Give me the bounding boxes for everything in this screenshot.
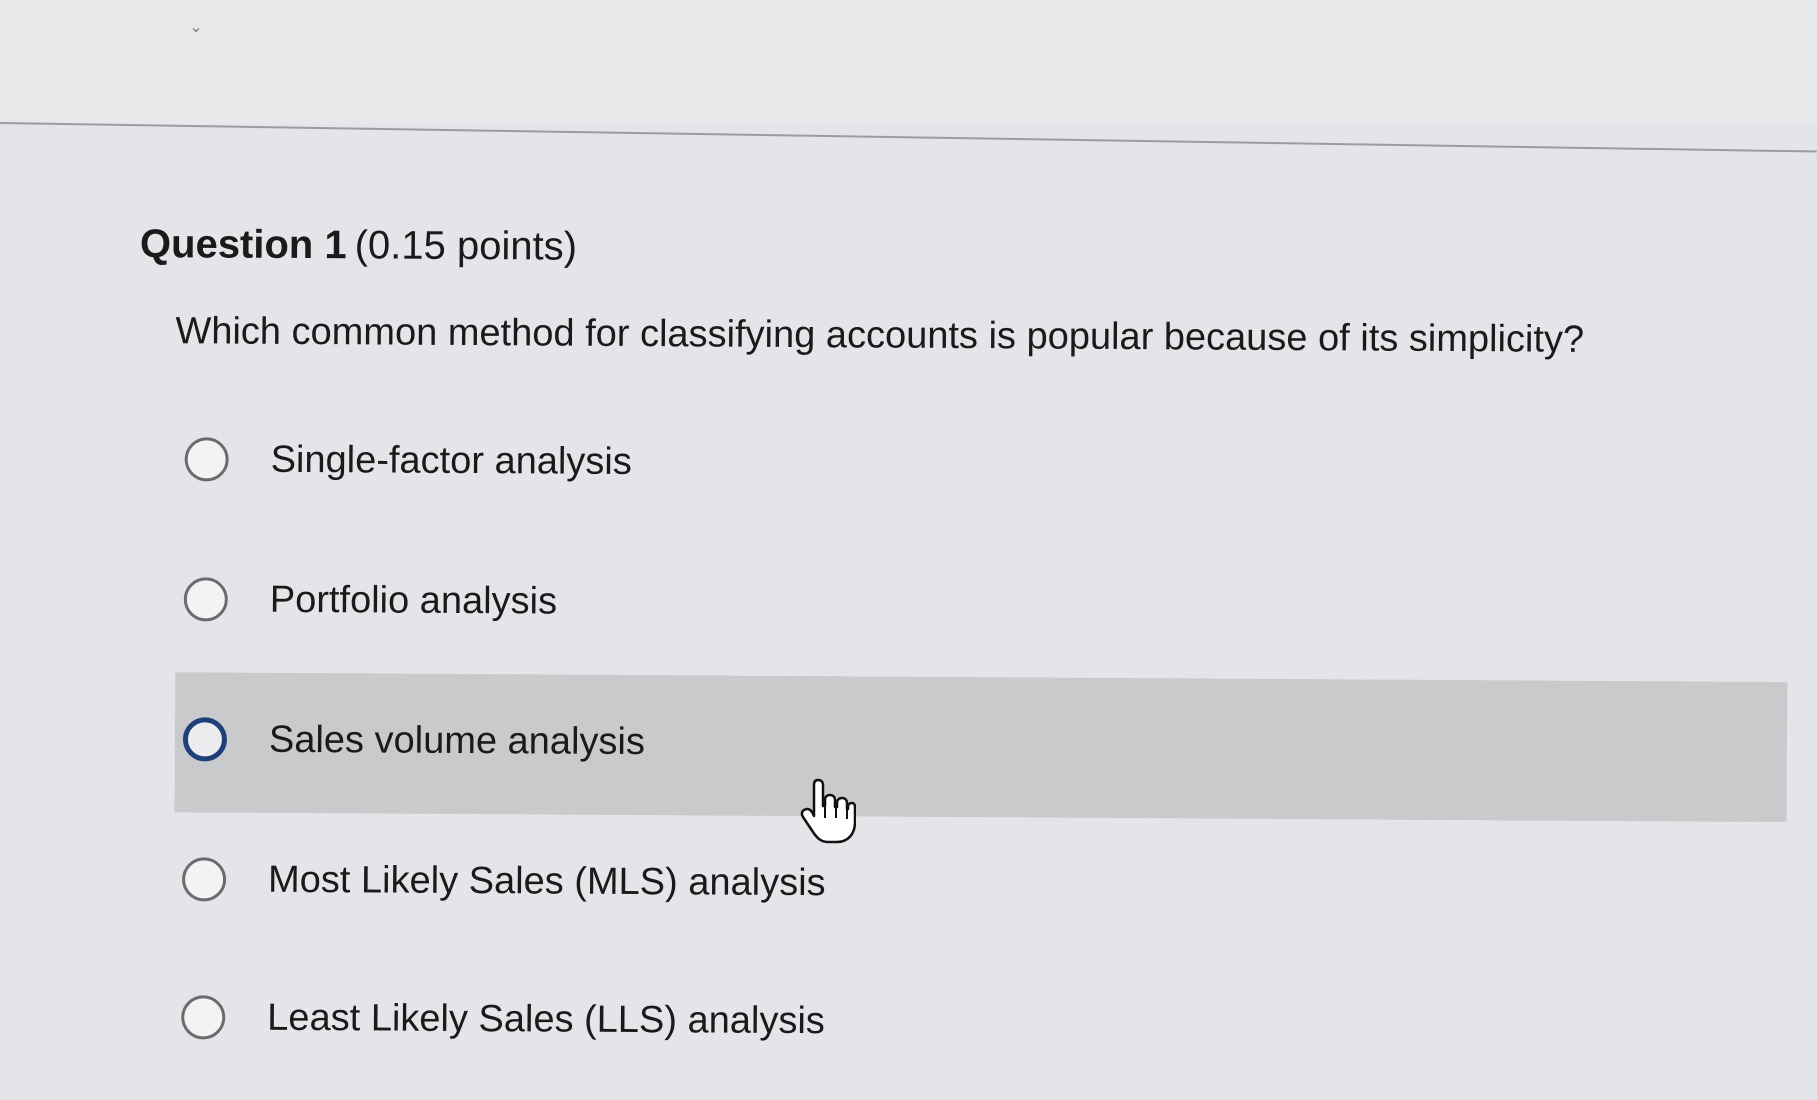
option-least-likely-sales-analysis[interactable]: Least Likely Sales (LLS) analysis <box>173 950 1786 1100</box>
radio-button[interactable] <box>184 437 229 482</box>
radio-button[interactable] <box>183 577 228 622</box>
option-label: Least Likely Sales (LLS) analysis <box>267 996 825 1043</box>
radio-button[interactable] <box>182 717 228 762</box>
option-sales-volume-analysis[interactable]: Sales volume analysis <box>174 672 1788 823</box>
option-label: Most Likely Sales (MLS) analysis <box>267 858 826 905</box>
hand-pointer-icon <box>800 778 856 844</box>
answer-options: Single-factor analysis Portfolio analysi… <box>0 0 1817 1090</box>
option-portfolio-analysis[interactable]: Portfolio analysis <box>175 532 1788 682</box>
option-label: Portfolio analysis <box>269 578 558 623</box>
radio-button[interactable] <box>181 857 227 902</box>
radio-button[interactable] <box>181 995 226 1040</box>
option-label: Single-factor analysis <box>270 438 632 484</box>
question-container: Question 1 (0.15 points) Which common met… <box>0 0 1817 1090</box>
option-label: Sales volume analysis <box>268 718 646 764</box>
option-single-factor-analysis[interactable]: Single-factor analysis <box>176 392 1789 542</box>
option-most-likely-sales-analysis[interactable]: Most Likely Sales (MLS) analysis <box>174 812 1787 962</box>
